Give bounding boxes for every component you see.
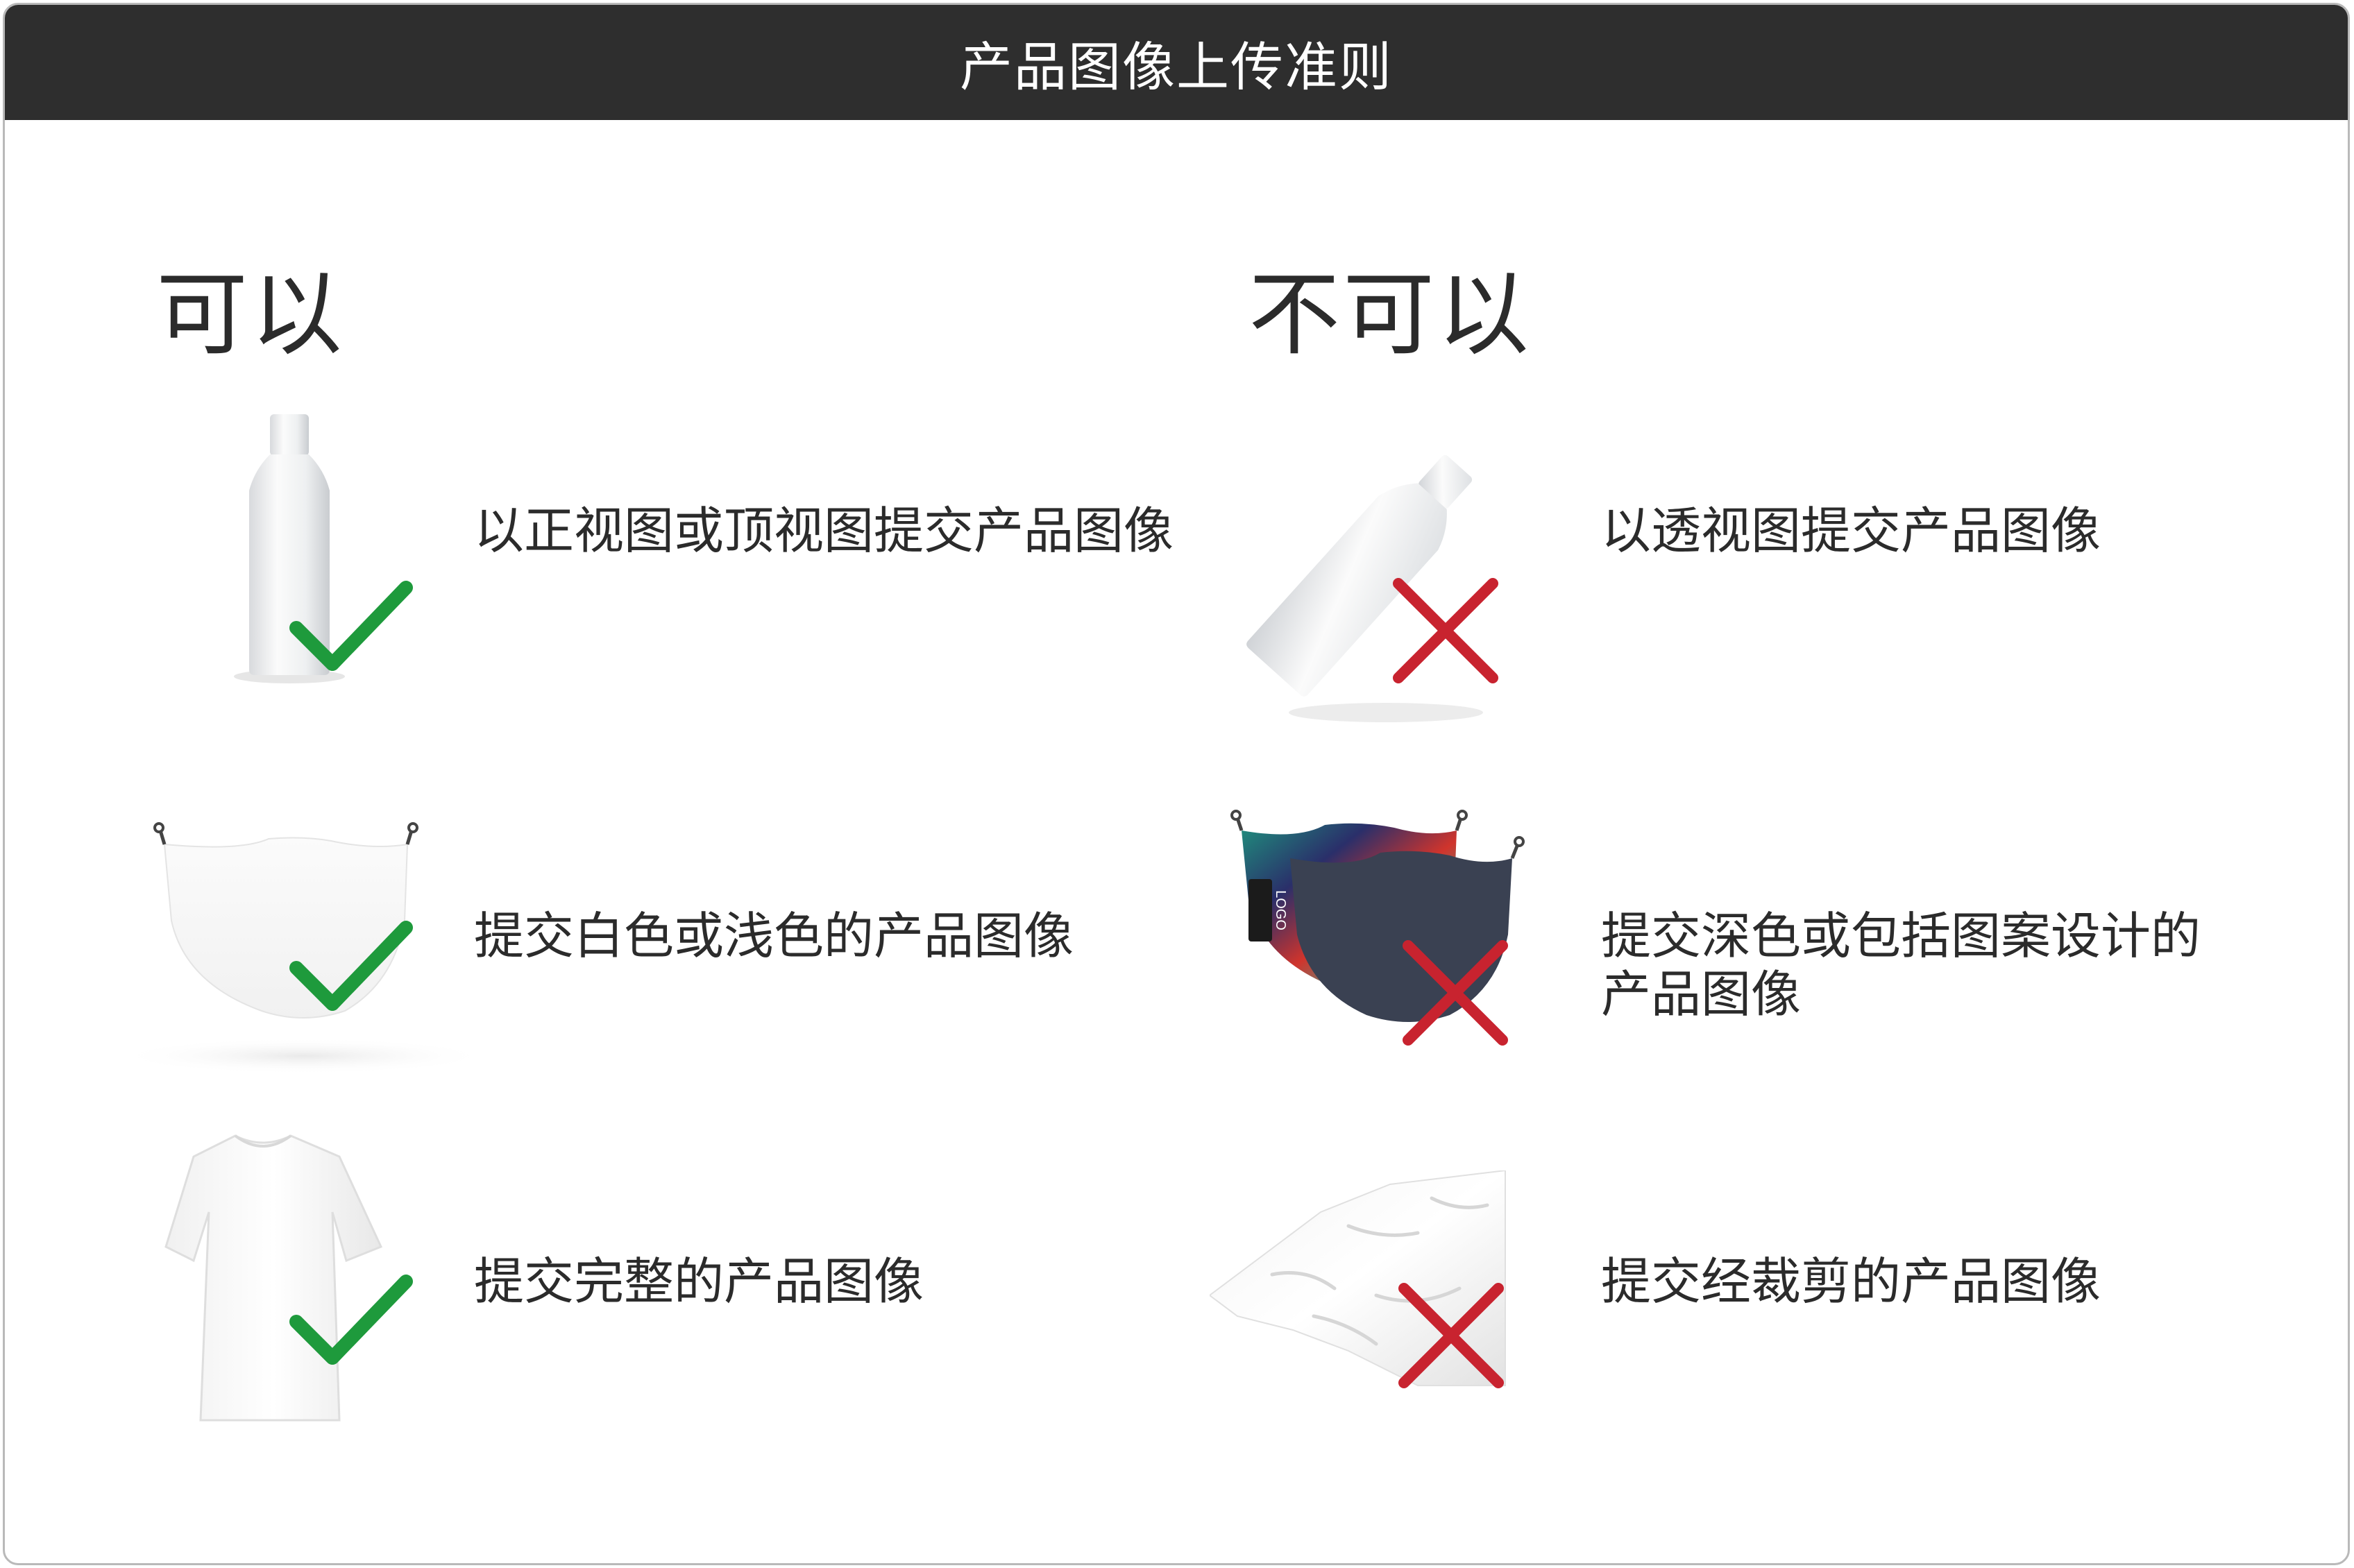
do-caption-2: 提交白色或浅色的产品图像 (474, 907, 1074, 965)
dont-column-title: 不可以 (1248, 262, 1532, 368)
do-caption-1: 以正视图或顶视图提交产品图像 (474, 502, 1174, 560)
cross-icon (1403, 940, 1508, 1046)
check-icon (289, 581, 413, 671)
dont-caption-2-line-2: 产品图像 (1601, 965, 1802, 1023)
dont-caption-1: 以透视图提交产品图像 (1601, 502, 2101, 560)
dont-caption-3: 提交经裁剪的产品图像 (1601, 1252, 2101, 1311)
cross-icon (1398, 1283, 1504, 1388)
dont-caption-2-line-1: 提交深色或包括图案设计的 (1601, 907, 2201, 965)
dont-caption-2: 提交深色或包括图案设计的 产品图像 (1601, 907, 2201, 1023)
page-title: 产品图像上传准则 (5, 5, 2348, 120)
guidelines-card: 产品图像上传准则 可以 不可以 以正视图或顶视图提交产品图像 提交白色或浅色的产… (3, 3, 2350, 1565)
logo-text: LOGO (1273, 890, 1288, 930)
cross-icon (1393, 578, 1498, 683)
check-icon (289, 1275, 413, 1365)
check-icon (289, 921, 413, 1011)
do-column-title: 可以 (156, 262, 345, 368)
do-caption-3: 提交完整的产品图像 (474, 1252, 924, 1311)
